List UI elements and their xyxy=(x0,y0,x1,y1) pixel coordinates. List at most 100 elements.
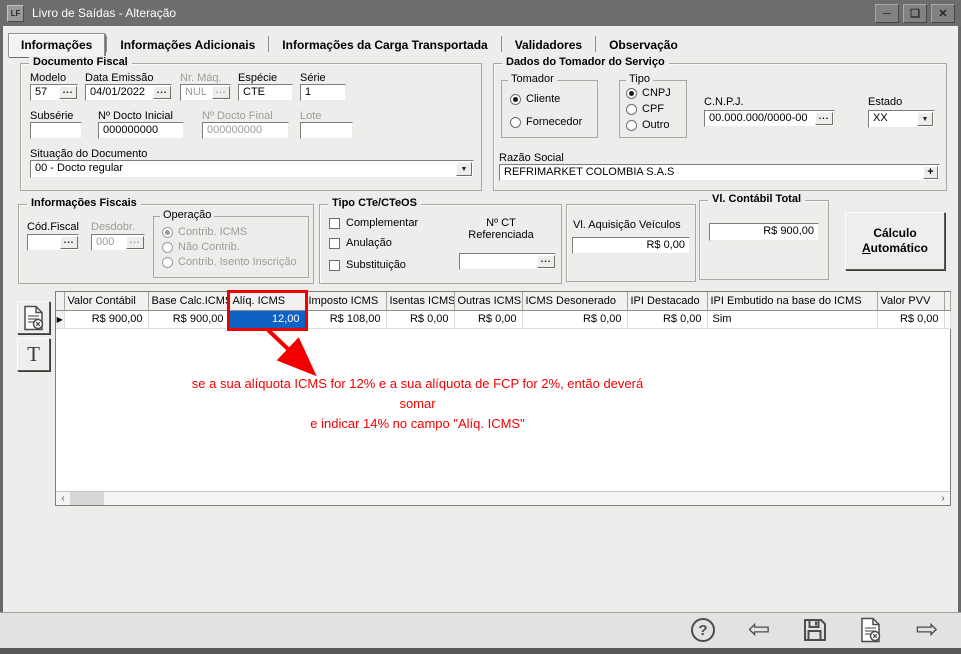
chevron-down-icon[interactable]: ▼ xyxy=(917,112,933,126)
nct-label-line2: Referenciada xyxy=(444,229,558,241)
scrollbar-thumb[interactable] xyxy=(70,492,104,505)
col-valor-contabil[interactable]: Valor Contábil xyxy=(64,292,148,310)
radio-cpf[interactable]: CPF xyxy=(626,103,664,115)
col-valor-pvv[interactable]: Valor PVV xyxy=(877,292,944,310)
cell-aliq-icms[interactable]: 12,00 xyxy=(229,310,305,328)
checkbox-icon xyxy=(329,260,340,271)
lote-label: Lote xyxy=(300,110,321,122)
radio-cliente[interactable]: Cliente xyxy=(510,93,560,105)
document-cancel-button[interactable] xyxy=(17,301,50,334)
checkbox-substituicao[interactable]: Substituição xyxy=(329,259,406,271)
cell-valor-pvv[interactable]: R$ 0,00 xyxy=(877,310,944,328)
cod-fiscal-lookup-button[interactable]: ... xyxy=(60,236,78,249)
checkbox-icon xyxy=(329,238,340,249)
cell-valor-contabil[interactable]: R$ 900,00 xyxy=(64,310,148,328)
col-ipi-destacado[interactable]: IPI Destacado xyxy=(627,292,707,310)
col-base-calc-icms[interactable]: Base Calc.ICMS xyxy=(148,292,229,310)
subserie-field[interactable] xyxy=(30,122,82,139)
serie-field[interactable]: 1 xyxy=(300,84,346,101)
tab-informacoes-carga[interactable]: Informações da Carga Transportada xyxy=(270,34,499,57)
col-icms-desonerado[interactable]: ICMS Desonerado xyxy=(522,292,627,310)
radio-contrib-isento: Contrib. Isento Inscrição xyxy=(162,256,297,268)
especie-label: Espécie xyxy=(238,72,277,84)
situacao-select[interactable]: 00 - Docto regular ▼ xyxy=(30,160,474,178)
cell-icms-desonerado[interactable]: R$ 0,00 xyxy=(522,310,627,328)
cell-ipi-destacado[interactable]: R$ 0,00 xyxy=(627,310,707,328)
group-title: Informações Fiscais xyxy=(27,197,141,209)
scroll-left-icon[interactable]: ‹ xyxy=(56,492,70,505)
scroll-right-icon[interactable]: › xyxy=(936,492,950,505)
text-annotation-button[interactable]: T xyxy=(17,338,50,371)
modelo-lookup-button[interactable]: ... xyxy=(59,86,77,99)
save-icon xyxy=(802,617,828,643)
estado-select[interactable]: XX ▼ xyxy=(868,110,935,128)
desdobr-lookup-button: ... xyxy=(126,236,144,249)
minimize-button[interactable]: ─ xyxy=(875,4,899,23)
title-bar: LF Livro de Saídas - Alteração ─ ❏ ✕ xyxy=(0,0,961,26)
group-tomador-servico: Dados do Tomador do Serviço Tomador Clie… xyxy=(493,63,947,191)
col-ipi-embutido[interactable]: IPI Embutido na base do ICMS xyxy=(707,292,877,310)
help-button[interactable]: ? xyxy=(689,616,717,644)
nct-lookup-button[interactable]: ... xyxy=(537,255,555,268)
nct-label-line1: Nº CT xyxy=(444,217,558,229)
table-row[interactable]: ▶ R$ 900,00 R$ 900,00 12,00 R$ 108,00 R$… xyxy=(56,310,950,328)
radio-cnpj[interactable]: CNPJ xyxy=(626,87,671,99)
checkbox-label: Complementar xyxy=(346,217,418,229)
checkbox-label: Anulação xyxy=(346,237,392,249)
chevron-down-icon[interactable]: ▼ xyxy=(456,162,472,176)
radio-fornecedor[interactable]: Fornecedor xyxy=(510,116,582,128)
modelo-label: Modelo xyxy=(30,72,66,84)
radio-nao-contrib: Não Contrib. xyxy=(162,241,240,253)
docto-inicial-label: Nº Docto Inicial xyxy=(98,110,173,122)
especie-field[interactable]: CTE xyxy=(238,84,293,101)
previous-record-button[interactable]: ⇦ xyxy=(745,616,773,644)
data-emissao-calendar-button[interactable]: ... xyxy=(153,86,171,99)
cnpj-lookup-button[interactable]: ... xyxy=(815,112,833,125)
radio-label: Contrib. Isento Inscrição xyxy=(178,256,297,268)
col-aliq-icms[interactable]: Alíq. ICMS xyxy=(229,292,305,310)
save-button[interactable] xyxy=(801,616,829,644)
plus-icon[interactable]: + xyxy=(923,166,938,179)
col-imposto-icms[interactable]: Imposto ICMS xyxy=(305,292,386,310)
radio-label: Contrib. ICMS xyxy=(178,226,247,238)
radio-label: CNPJ xyxy=(642,87,671,99)
subgroup-title: Tipo xyxy=(626,73,653,85)
close-button[interactable]: ✕ xyxy=(931,4,955,23)
checkbox-anulacao[interactable]: Anulação xyxy=(329,237,392,249)
radio-icon xyxy=(510,94,521,105)
tab-informacoes-adicionais[interactable]: Informações Adicionais xyxy=(108,34,267,57)
radio-label: Fornecedor xyxy=(526,116,582,128)
calculo-automatico-button[interactable]: Cálculo Automático xyxy=(845,212,945,270)
razao-social-field[interactable]: REFRIMARKET COLOMBIA S.A.S + xyxy=(499,164,940,181)
app-icon: LF xyxy=(7,5,24,22)
maximize-button[interactable]: ❏ xyxy=(903,4,927,23)
tab-observacao[interactable]: Observação xyxy=(597,34,690,57)
data-emissao-label: Data Emissão xyxy=(85,72,153,84)
docto-inicial-field[interactable]: 000000000 xyxy=(98,122,184,139)
cell-base-calc-icms[interactable]: R$ 900,00 xyxy=(148,310,229,328)
cell-imposto-icms[interactable]: R$ 108,00 xyxy=(305,310,386,328)
checkbox-complementar[interactable]: Complementar xyxy=(329,217,418,229)
delete-record-button[interactable] xyxy=(857,616,885,644)
tab-informacoes[interactable]: Informações xyxy=(8,33,105,57)
cell-ipi-embutido[interactable]: Sim xyxy=(707,310,877,328)
col-isentas-icms[interactable]: Isentas ICMS xyxy=(386,292,454,310)
window-bottom-border xyxy=(0,648,961,654)
cell-isentas-icms[interactable]: R$ 0,00 xyxy=(386,310,454,328)
radio-outro[interactable]: Outro xyxy=(626,119,670,131)
razao-social-value: REFRIMARKET COLOMBIA S.A.S xyxy=(504,166,674,178)
cell-outras-icms[interactable]: R$ 0,00 xyxy=(454,310,522,328)
contabil-total-field[interactable]: R$ 900,00 xyxy=(709,223,819,241)
annotation-line2: e indicar 14% no campo "Alíq. ICMS" xyxy=(175,414,660,434)
grid-header-row: Valor Contábil Base Calc.ICMS Alíq. ICMS… xyxy=(56,292,950,310)
radio-icon xyxy=(162,227,173,238)
col-outras-icms[interactable]: Outras ICMS xyxy=(454,292,522,310)
group-informacoes-fiscais: Informações Fiscais Cód.Fiscal ... Desdo… xyxy=(18,204,314,284)
nr-maq-label: Nr. Máq. xyxy=(180,72,222,84)
horizontal-scrollbar[interactable]: ‹ › xyxy=(56,491,950,505)
subserie-label: Subsérie xyxy=(30,110,73,122)
aquisicao-field[interactable]: R$ 0,00 xyxy=(572,237,690,254)
next-record-button[interactable]: ⇨ xyxy=(913,616,941,644)
tab-validadores[interactable]: Validadores xyxy=(503,34,594,57)
col-filler xyxy=(944,292,950,310)
